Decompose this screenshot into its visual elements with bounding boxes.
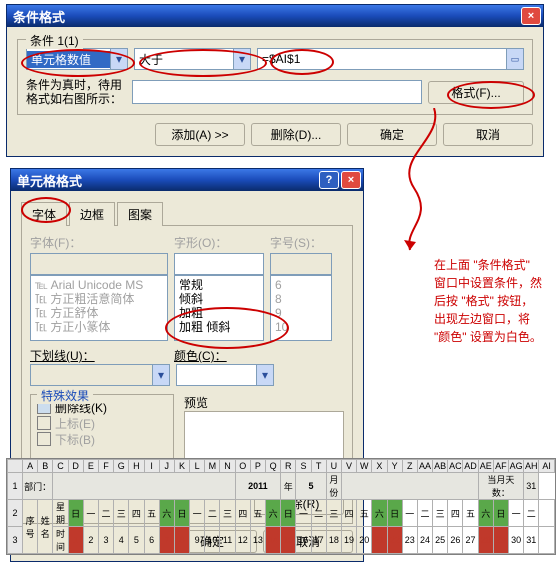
style-label: 字形(O)： (174, 234, 264, 251)
font-style-input[interactable] (174, 253, 264, 275)
font-list[interactable]: ℡ Arial Unicode MS ℡ 方正粗活意简体 ℡ 方正舒体 ℡ 方正… (30, 275, 168, 341)
effects-group: 特殊效果 删除线(K) 上标(E) 下标(B) (30, 394, 174, 462)
chevron-down-icon: ▾ (110, 49, 127, 69)
size-list[interactable]: 68 910 (270, 275, 332, 341)
effects-legend: 特殊效果 (37, 387, 93, 404)
cond-titlebar[interactable]: 条件格式 × (7, 5, 543, 27)
cancel-button[interactable]: 取消 (443, 123, 533, 146)
format-preview (132, 80, 422, 104)
chevron-down-icon: ▾ (152, 365, 169, 385)
range-picker-icon[interactable]: ▭ (506, 49, 523, 69)
color-combo[interactable]: ▾ (176, 364, 274, 386)
color-label: 颜色(C)： (174, 347, 227, 364)
condition-operator-combo[interactable]: 大于▾ (134, 48, 251, 70)
format-button[interactable]: 格式(F)... (428, 81, 524, 104)
cond-title: 条件格式 (13, 7, 65, 26)
font-label: 字体(F)： (30, 234, 168, 251)
annotation-text: 在上面 "条件格式" 窗口中设置条件，然后按 "格式" 按钮，出现左边窗口，将 … (434, 256, 544, 346)
tab-font[interactable]: 字体 (21, 202, 67, 226)
ok-button[interactable]: 确定 (347, 123, 437, 146)
subscript-checkbox[interactable]: 下标(B) (37, 431, 167, 447)
font-size-input[interactable] (270, 253, 332, 275)
font-titlebar[interactable]: 单元格格式 ? × (11, 169, 363, 191)
underline-combo[interactable]: ▾ (30, 364, 170, 386)
size-label: 字号(S)： (270, 234, 322, 251)
tab-pattern[interactable]: 图案 (117, 202, 163, 226)
delete-button[interactable]: 删除(D)... (251, 123, 341, 146)
close-icon[interactable]: × (341, 171, 361, 189)
underline-label: 下划线(U)： (30, 347, 168, 364)
condition-legend: 条件 1(1) (26, 32, 83, 49)
style-list[interactable]: 常规倾斜 加粗加粗 倾斜 (174, 275, 264, 341)
help-icon[interactable]: ? (319, 171, 339, 189)
spreadsheet-preview: ABCDEFGHIJKLMNOPQRSTUVWXYZAAABACADAEAFAG… (6, 458, 556, 555)
font-preview (184, 411, 344, 465)
add-button[interactable]: 添加(A) >> (155, 123, 245, 146)
preview-legend: 预览 (184, 394, 344, 411)
condition-value-input[interactable]: =$AI$1 ▭ (257, 48, 524, 70)
condition-group: 条件 1(1) 单元格数值▾ 大于▾ =$AI$1 ▭ 条件为真时，待用 格式如… (17, 39, 533, 115)
font-title: 单元格格式 (17, 171, 82, 190)
conditional-format-dialog: 条件格式 × 条件 1(1) 单元格数值▾ 大于▾ =$AI$1 ▭ 条件为真时… (6, 4, 544, 157)
close-icon[interactable]: × (521, 7, 541, 25)
superscript-checkbox[interactable]: 上标(E) (37, 415, 167, 431)
preview-label: 条件为真时，待用 格式如右图所示： (26, 78, 126, 106)
tab-border[interactable]: 边框 (69, 202, 115, 226)
font-name-input[interactable] (30, 253, 168, 275)
chevron-down-icon: ▾ (233, 49, 250, 69)
condition-type-combo[interactable]: 单元格数值▾ (26, 48, 128, 70)
tab-bar: 字体 边框 图案 (21, 201, 353, 226)
chevron-down-icon: ▾ (256, 365, 273, 385)
